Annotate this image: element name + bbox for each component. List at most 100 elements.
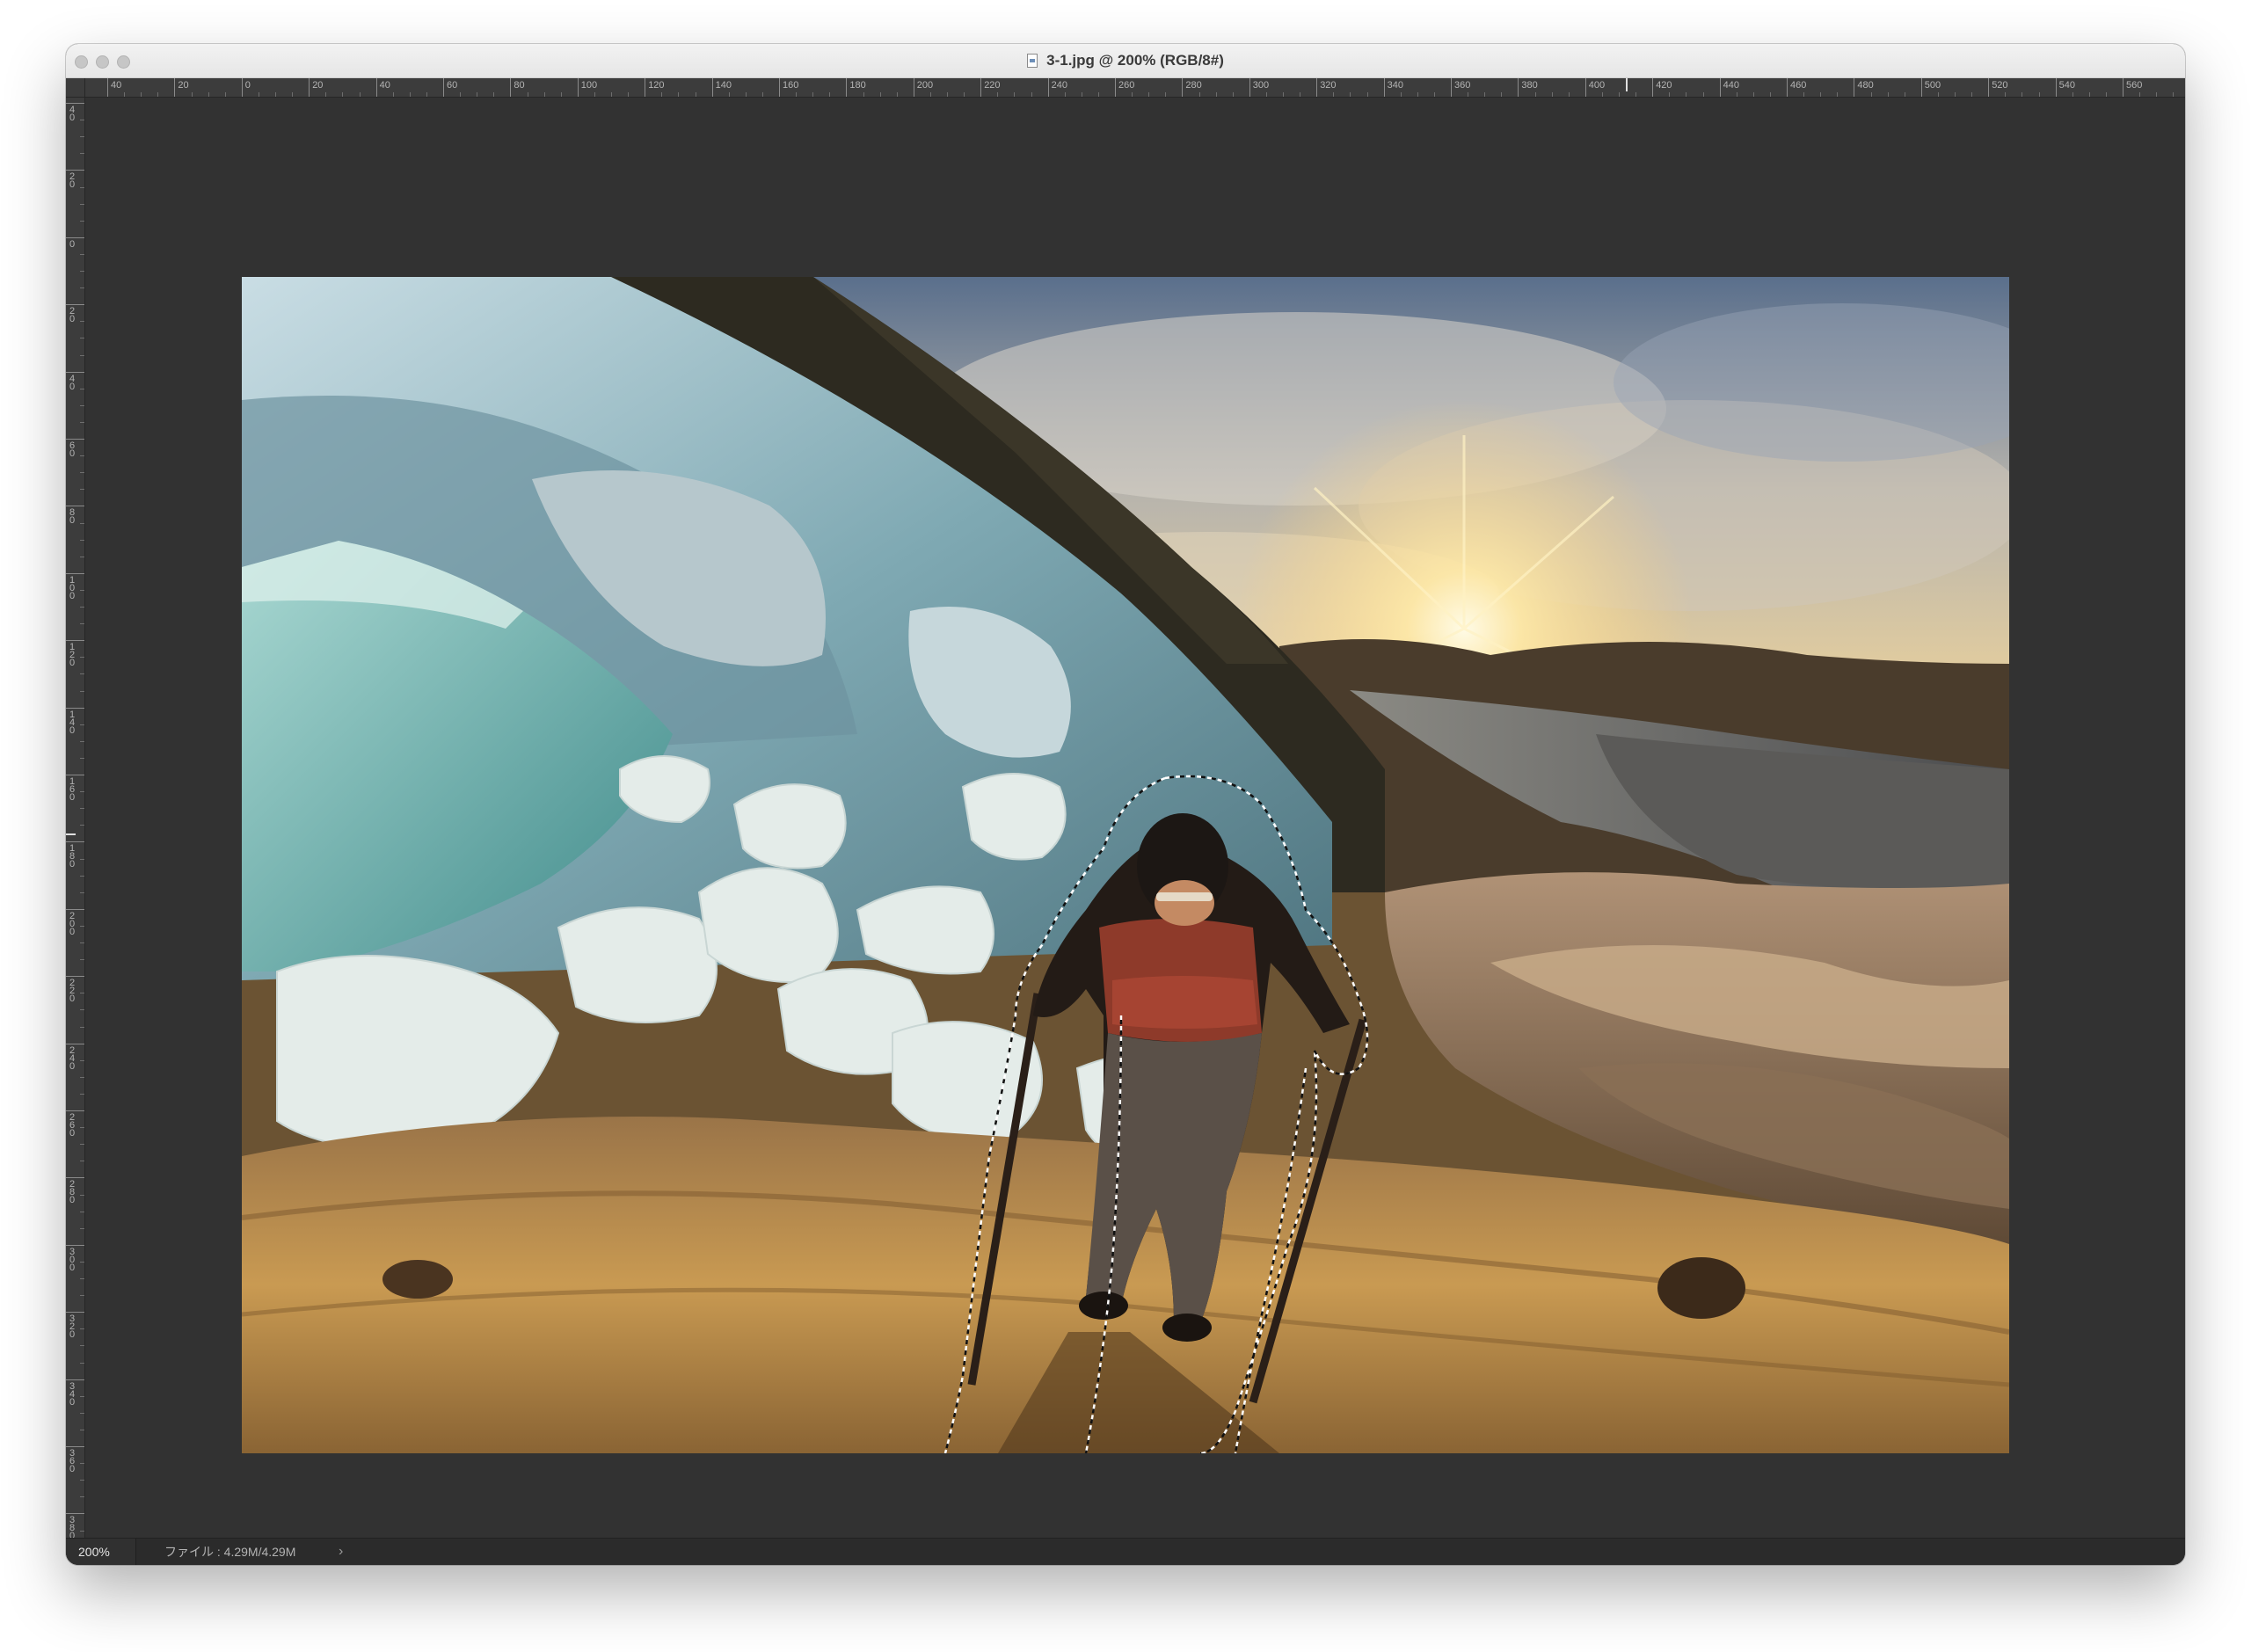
ruler-tick-label: 60: [69, 440, 76, 459]
canvas-area[interactable]: [85, 98, 2185, 1539]
ruler-minor-tick: [1937, 92, 1939, 97]
ruler-tick: 180: [66, 841, 84, 870]
ruler-minor-tick: [1132, 92, 1133, 97]
horizontal-ruler[interactable]: 40 20 0 20 40 60 80 100 120 140 160 180 200 220 240 260…: [85, 78, 2185, 98]
ruler-tick: 320: [66, 1312, 84, 1340]
ruler-minor-tick: [80, 858, 84, 860]
ruler-tick: 0: [66, 237, 84, 249]
ruler-tick-label: 80: [514, 80, 525, 91]
ruler-minor-tick: [1350, 92, 1351, 97]
ruler-minor-tick: [1752, 92, 1754, 97]
ruler-minor-tick: [1534, 92, 1536, 97]
ruler-tick-label: 340: [69, 1380, 76, 1408]
ruler-tick: 280: [1182, 78, 1202, 97]
ruler-tick-label: 380: [69, 1515, 76, 1539]
ruler-minor-tick: [359, 92, 361, 97]
ruler-minor-tick: [863, 92, 864, 97]
ruler-tick: 20: [66, 304, 84, 324]
ruler-minor-tick: [493, 92, 495, 97]
window-title: 3-1.jpg @ 200% (RGB/8#): [1046, 52, 1224, 69]
ruler-tick-label: 180: [849, 80, 866, 91]
ruler-minor-tick: [560, 92, 562, 97]
ruler-tick-label: 540: [2058, 80, 2075, 91]
ruler-tick-label: 20: [178, 80, 189, 91]
ruler-minor-tick: [80, 522, 84, 524]
ruler-tick: 360: [1451, 78, 1470, 97]
ruler-tick: 320: [1316, 78, 1337, 97]
ruler-minor-tick: [80, 153, 84, 155]
ruler-minor-tick: [2173, 92, 2175, 97]
ruler-tick: 260: [66, 1110, 84, 1139]
ruler-tick-label: 340: [1387, 80, 1403, 91]
ruler-minor-tick: [124, 92, 126, 97]
ruler-minor-tick: [80, 757, 84, 759]
ruler-tick-label: 20: [69, 171, 76, 191]
ruler-minor-tick: [80, 354, 84, 356]
ruler-tick-label: 460: [1790, 80, 1807, 91]
file-size-info[interactable]: ファイル : 4.29M/4.29M: [164, 1539, 295, 1565]
ruler-minor-tick: [728, 92, 730, 97]
document-image[interactable]: [242, 277, 2009, 1453]
ruler-tick: 380: [1518, 78, 1538, 97]
ruler-minor-tick: [80, 589, 84, 591]
ruler-minor-tick: [460, 92, 462, 97]
ruler-minor-tick: [1702, 92, 1704, 97]
ruler-minor-tick: [80, 1127, 84, 1129]
ruler-minor-tick: [80, 421, 84, 423]
ruler-minor-tick: [80, 1278, 84, 1279]
ruler-minor-tick: [1484, 92, 1486, 97]
ruler-minor-tick: [80, 1395, 84, 1397]
ruler-minor-tick: [80, 1026, 84, 1028]
ruler-minor-tick: [80, 791, 84, 793]
ruler-origin[interactable]: [66, 78, 85, 98]
title-bar[interactable]: 3-1.jpg @ 200% (RGB/8#): [66, 44, 2185, 78]
ruler-tick-label: 0: [244, 80, 251, 91]
ruler-minor-tick: [1769, 92, 1771, 97]
ruler-minor-tick: [80, 1227, 84, 1229]
ruler-tick: 220: [66, 976, 84, 1004]
ruler-tick-label: 260: [69, 1112, 76, 1139]
zoom-level-field[interactable]: 200%: [66, 1539, 136, 1565]
ruler-tick-label: 140: [69, 709, 76, 736]
ruler-tick-label: 360: [69, 1448, 76, 1474]
ruler-minor-tick: [1971, 92, 1973, 97]
ruler-minor-tick: [80, 1059, 84, 1061]
ruler-minor-tick: [964, 92, 965, 97]
chevron-right-icon[interactable]: ›: [339, 1539, 343, 1565]
ruler-cursor-marker: [1626, 78, 1628, 91]
ruler-minor-tick: [929, 92, 931, 97]
ruler-minor-tick: [1265, 92, 1267, 97]
ruler-minor-tick: [1198, 92, 1200, 97]
ruler-tick: 100: [577, 78, 597, 97]
ruler-minor-tick: [80, 1345, 84, 1347]
ruler-tick-label: 100: [69, 574, 76, 601]
ruler-minor-tick: [80, 489, 84, 491]
ruler-tick-label: 180: [69, 843, 76, 870]
ruler-minor-tick: [80, 1362, 84, 1364]
ruler-minor-tick: [678, 92, 680, 97]
ruler-tick-label: 300: [1252, 80, 1270, 91]
ruler-minor-tick: [1400, 92, 1402, 97]
ruler-minor-tick: [1635, 92, 1637, 97]
ruler-minor-tick: [80, 1480, 84, 1481]
ruler-minor-tick: [80, 623, 84, 625]
ruler-tick-label: 520: [1992, 80, 2008, 91]
ruler-minor-tick: [594, 92, 595, 97]
ruler-minor-tick: [80, 942, 84, 943]
ruler-tick: 120: [66, 640, 84, 668]
ruler-tick-label: 200: [916, 80, 934, 91]
vertical-ruler[interactable]: 40 20 0 20 40 60 80 100 120 140 160 180 200 220 240 260…: [66, 98, 85, 1539]
ruler-minor-tick: [2156, 92, 2158, 97]
ruler-minor-tick: [1014, 92, 1016, 97]
ruler-tick: 240: [1047, 78, 1067, 97]
ruler-minor-tick: [80, 825, 84, 826]
ruler-tick: 200: [66, 908, 84, 936]
ruler-tick-label: 120: [69, 642, 76, 669]
photo-hiker-glacier: [242, 277, 2009, 1453]
ruler-minor-tick: [2038, 92, 2040, 97]
ruler-minor-tick: [80, 1194, 84, 1196]
ruler-tick: 100: [66, 572, 84, 600]
ruler-minor-tick: [2088, 92, 2090, 97]
ruler-tick-label: 160: [69, 776, 76, 803]
ruler-minor-tick: [80, 1496, 84, 1498]
